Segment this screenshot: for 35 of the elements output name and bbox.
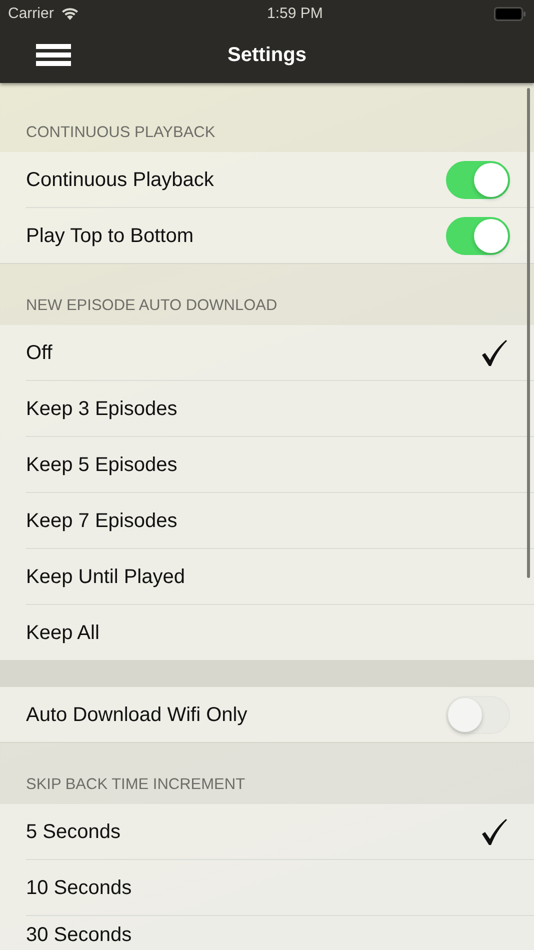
toggle-switch[interactable]	[446, 161, 510, 199]
wifi-icon	[60, 6, 80, 20]
row-label: 10 Seconds	[26, 876, 132, 900]
option-row[interactable]: Off	[0, 325, 534, 381]
option-row[interactable]: 10 Seconds	[0, 860, 534, 916]
section-header: NEW EPISODE AUTO DOWNLOAD	[26, 297, 278, 315]
screen-title: Settings	[228, 44, 306, 66]
option-row[interactable]: Keep Until Played	[0, 549, 534, 605]
row-label: Keep 5 Episodes	[26, 454, 178, 476]
menu-icon[interactable]	[36, 44, 71, 66]
option-row[interactable]: Keep 5 Episodes	[0, 437, 534, 493]
clock-label: 1:59 PM	[266, 5, 323, 22]
row-label: Continuous Playback	[26, 168, 214, 192]
section-header: CONTINUOUS PLAYBACK	[26, 124, 216, 142]
battery-icon	[494, 6, 526, 20]
section-header: SKIP BACK TIME INCREMENT	[26, 776, 246, 794]
row-label: Play Top to Bottom	[26, 224, 194, 248]
option-row[interactable]: Keep All	[0, 605, 534, 661]
row-label: Auto Download Wifi Only	[26, 704, 248, 726]
row-label: 30 Seconds	[26, 924, 132, 947]
toggle-switch[interactable]	[446, 696, 510, 734]
row-label: Off	[26, 342, 52, 364]
option-row[interactable]: 5 Seconds	[0, 804, 534, 860]
row-label: Keep 3 Episodes	[26, 398, 178, 420]
setting-row[interactable]: Continuous Playback	[0, 152, 534, 208]
setting-row[interactable]: Auto Download Wifi Only	[0, 687, 534, 743]
row-label: Keep Until Played	[26, 566, 185, 588]
row-label: 5 Seconds	[26, 820, 121, 844]
carrier-label: Carrier	[8, 5, 54, 22]
option-row[interactable]: Keep 3 Episodes	[0, 381, 534, 437]
setting-row[interactable]: Play Top to Bottom	[0, 208, 534, 264]
row-label: Keep All	[26, 622, 100, 644]
toggle-switch[interactable]	[446, 217, 510, 255]
option-row[interactable]: Keep 7 Episodes	[0, 493, 534, 549]
row-label: Keep 7 Episodes	[26, 510, 178, 532]
